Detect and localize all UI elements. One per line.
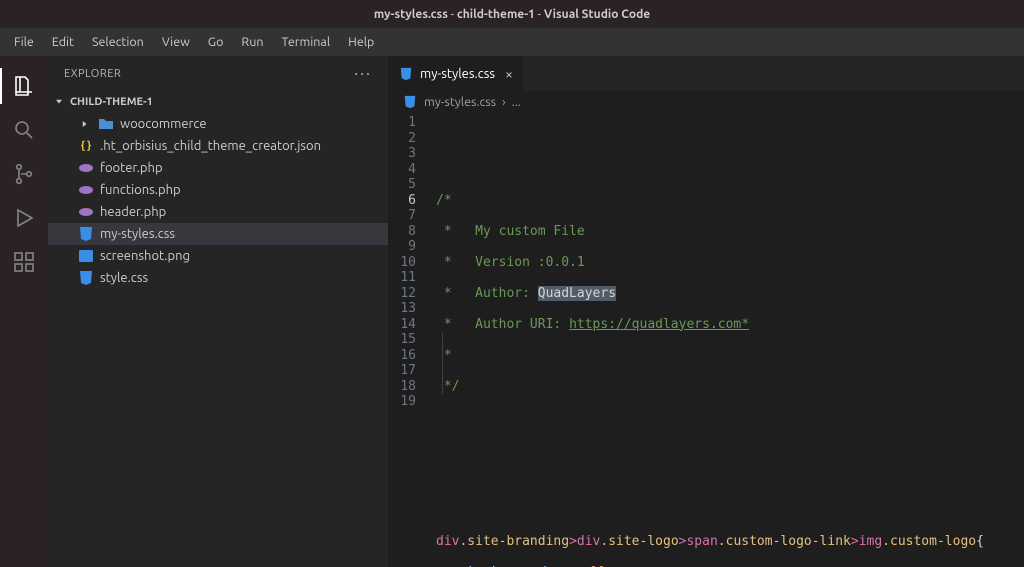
- css-icon: [402, 94, 418, 110]
- file-tree: woocommerce { } .ht_orbisius_child_theme…: [48, 113, 388, 289]
- menu-selection[interactable]: Selection: [84, 31, 152, 53]
- explorer-title: EXPLORER: [64, 68, 121, 80]
- activity-source-control-icon[interactable]: [0, 152, 48, 196]
- file-label: .ht_orbisius_child_theme_creator.json: [100, 139, 321, 153]
- close-icon[interactable]: ×: [501, 66, 513, 82]
- tab-my-styles[interactable]: my-styles.css ×: [388, 56, 524, 91]
- activity-extensions-icon[interactable]: [0, 240, 48, 284]
- activity-explorer-icon[interactable]: [0, 64, 48, 108]
- indent-guide: [442, 332, 443, 394]
- menu-edit[interactable]: Edit: [44, 31, 82, 53]
- explorer-header: EXPLORER ···: [48, 56, 388, 91]
- file-item-screenshot-png[interactable]: screenshot.png: [48, 245, 388, 267]
- breadcrumb-rest: ...: [512, 95, 521, 109]
- file-item-woocommerce[interactable]: woocommerce: [48, 113, 388, 135]
- php-icon: [78, 182, 94, 198]
- activity-search-icon[interactable]: [0, 108, 48, 152]
- file-item-functions-php[interactable]: functions.php: [48, 179, 388, 201]
- tab-bar: my-styles.css ×: [388, 56, 1024, 91]
- file-label: woocommerce: [120, 117, 207, 131]
- editor-area[interactable]: 1 2 3 4 5 6 7 8 9 10 11 12 13 14 15 16 1…: [388, 113, 1024, 567]
- editor-scrollbar[interactable]: [1010, 113, 1024, 567]
- folder-icon: [98, 116, 114, 132]
- title-file: my-styles.css: [374, 8, 448, 21]
- menu-view[interactable]: View: [154, 31, 198, 53]
- breadcrumb-sep: ›: [502, 95, 506, 109]
- explorer-sidebar: EXPLORER ··· CHILD-THEME-1 woocommerce {…: [48, 56, 388, 567]
- image-icon: [78, 248, 94, 264]
- file-label: footer.php: [100, 161, 163, 175]
- file-item-ht-json[interactable]: { } .ht_orbisius_child_theme_creator.jso…: [48, 135, 388, 157]
- activity-run-debug-icon[interactable]: [0, 196, 48, 240]
- file-label: style.css: [100, 271, 148, 285]
- activity-bar: [0, 56, 48, 567]
- menu-run[interactable]: Run: [233, 31, 271, 53]
- file-label: screenshot.png: [100, 249, 190, 263]
- file-label: functions.php: [100, 183, 181, 197]
- explorer-more-icon[interactable]: ···: [354, 65, 372, 83]
- line-number-gutter: 1 2 3 4 5 6 7 8 9 10 11 12 13 14 15 16 1…: [388, 113, 436, 567]
- breadcrumb-file: my-styles.css: [424, 95, 496, 109]
- php-icon: [78, 160, 94, 176]
- php-icon: [78, 204, 94, 220]
- json-icon: { }: [78, 138, 94, 154]
- file-item-footer-php[interactable]: footer.php: [48, 157, 388, 179]
- file-label: header.php: [100, 205, 166, 219]
- menu-terminal[interactable]: Terminal: [273, 31, 338, 53]
- explorer-section-title: CHILD-THEME-1: [70, 96, 153, 108]
- tab-label: my-styles.css: [420, 67, 495, 81]
- title-project: child-theme-1: [457, 8, 535, 21]
- css-icon: [78, 226, 94, 242]
- file-label: my-styles.css: [100, 227, 175, 241]
- title-app: Visual Studio Code: [544, 8, 650, 21]
- chevron-down-icon: [52, 95, 66, 109]
- file-item-style-css[interactable]: style.css: [48, 267, 388, 289]
- menu-help[interactable]: Help: [340, 31, 382, 53]
- menu-bar: File Edit Selection View Go Run Terminal…: [0, 28, 1024, 56]
- explorer-section-header[interactable]: CHILD-THEME-1: [48, 91, 388, 113]
- css-icon: [398, 66, 414, 82]
- editor-group: my-styles.css × my-styles.css › ... 1 2 …: [388, 56, 1024, 567]
- title-bar: my-styles.css - child-theme-1 - Visual S…: [0, 0, 1024, 28]
- css-icon: [78, 270, 94, 286]
- code-content[interactable]: /* * My custom File * Version :0.0.1 * A…: [436, 113, 1024, 567]
- file-item-header-php[interactable]: header.php: [48, 201, 388, 223]
- file-item-my-styles-css[interactable]: my-styles.css: [48, 223, 388, 245]
- breadcrumbs[interactable]: my-styles.css › ...: [388, 91, 1024, 113]
- menu-go[interactable]: Go: [200, 31, 232, 53]
- menu-file[interactable]: File: [6, 31, 42, 53]
- chevron-right-icon: [78, 117, 92, 131]
